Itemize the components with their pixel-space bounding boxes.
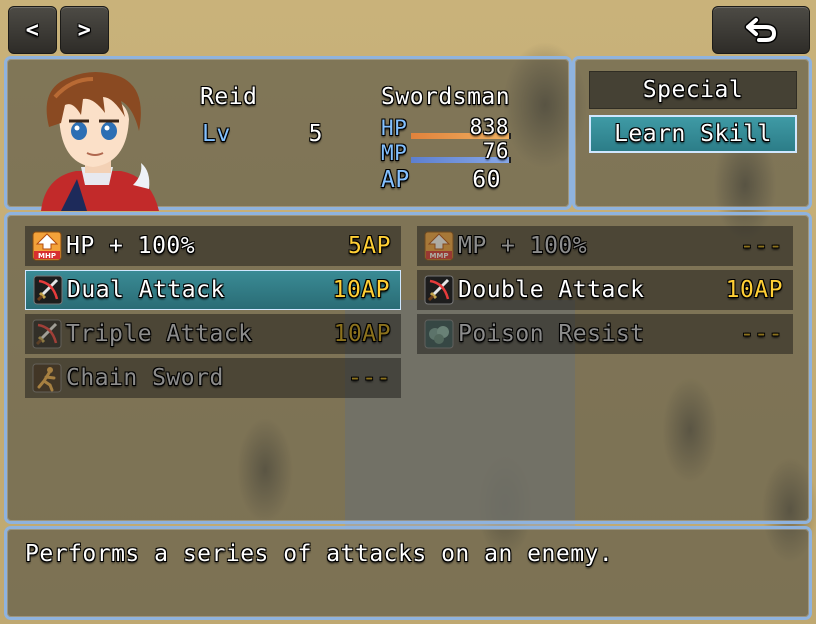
skill-name: Double Attack — [458, 277, 645, 303]
hp-value: 838 — [469, 115, 509, 139]
mp-value: 76 — [482, 139, 509, 163]
mp-label: MP — [381, 141, 408, 165]
hp-label: HP — [381, 116, 408, 140]
svg-text:MHP: MHP — [38, 252, 56, 260]
learn-skill-command[interactable]: Learn Skill — [589, 115, 797, 153]
skill-cost: 10AP — [332, 277, 390, 303]
help-window: Performs a series of attacks on an enemy… — [4, 526, 812, 620]
skill-item[interactable]: Poison Resist --- — [417, 314, 793, 354]
mmp-up-icon: MMP — [424, 231, 454, 261]
poison-cloud-icon — [424, 319, 454, 349]
skill-item[interactable]: Double Attack 10AP — [417, 270, 793, 310]
skill-cost: --- — [739, 321, 783, 347]
level-label: Lv — [202, 121, 231, 147]
status-window: Reid Swordsman Lv 5 HP 838 MP 76 AP 60 — [4, 56, 572, 211]
return-arrow-icon — [744, 16, 778, 44]
skill-cost: --- — [739, 233, 783, 259]
skill-cost: 5AP — [347, 233, 391, 259]
command-window: Special Learn Skill — [572, 56, 812, 210]
sword-slash-icon — [33, 275, 63, 305]
skill-item[interactable]: Triple Attack 10AP — [25, 314, 401, 354]
skill-name: Chain Sword — [66, 365, 224, 391]
svg-text:MMP: MMP — [429, 252, 448, 260]
sword-slash-icon — [32, 319, 62, 349]
actor-name: Reid — [200, 84, 258, 110]
skill-item[interactable]: Chain Sword --- — [25, 358, 401, 398]
skill-item[interactable]: MMP MP + 100% --- — [417, 226, 793, 266]
actor-class: Swordsman — [381, 84, 511, 110]
skill-name: Dual Attack — [67, 277, 225, 303]
skill-name: Triple Attack — [66, 321, 253, 347]
skill-item[interactable]: MHP HP + 100% 5AP — [25, 226, 401, 266]
actor-portrait — [21, 67, 167, 211]
prev-actor-button[interactable]: < — [8, 6, 57, 54]
special-command[interactable]: Special — [589, 71, 797, 109]
skill-name: Poison Resist — [458, 321, 645, 347]
skill-name: MP + 100% — [458, 233, 588, 259]
skill-cost: --- — [347, 365, 391, 391]
running-figure-icon — [32, 363, 62, 393]
help-text: Performs a series of attacks on an enemy… — [25, 541, 614, 567]
skill-cost: 10AP — [725, 277, 783, 303]
ap-label: AP — [381, 167, 410, 193]
mhp-up-icon: MHP — [32, 231, 62, 261]
ap-value: 60 — [472, 167, 501, 193]
skill-item[interactable]: Dual Attack 10AP — [25, 270, 401, 310]
back-button[interactable] — [712, 6, 810, 54]
sword-slash-icon — [424, 275, 454, 305]
level-value: 5 — [308, 121, 323, 147]
skill-name: HP + 100% — [66, 233, 196, 259]
skill-list-window: MHP HP + 100% 5AP MMP MP + 100% --- Dual Attac… — [4, 212, 812, 524]
next-actor-button[interactable]: > — [60, 6, 109, 54]
skill-cost: 10AP — [333, 321, 391, 347]
